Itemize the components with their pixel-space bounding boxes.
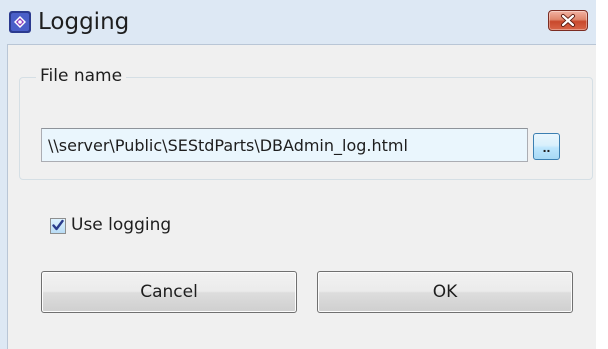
close-button[interactable]: [548, 10, 588, 31]
window-title: Logging: [38, 9, 130, 35]
file-name-group-label: File name: [36, 65, 127, 87]
browse-button[interactable]: ..: [533, 133, 560, 160]
use-logging-label[interactable]: Use logging: [71, 214, 171, 236]
app-icon: [9, 11, 31, 33]
cancel-button[interactable]: Cancel: [41, 271, 297, 313]
ok-button[interactable]: OK: [317, 271, 573, 313]
use-logging-checkbox[interactable]: [50, 218, 66, 234]
file-path-input[interactable]: [41, 128, 528, 162]
checkmark-icon: [52, 219, 64, 231]
title-bar[interactable]: Logging: [0, 0, 596, 44]
close-icon: [561, 14, 575, 27]
